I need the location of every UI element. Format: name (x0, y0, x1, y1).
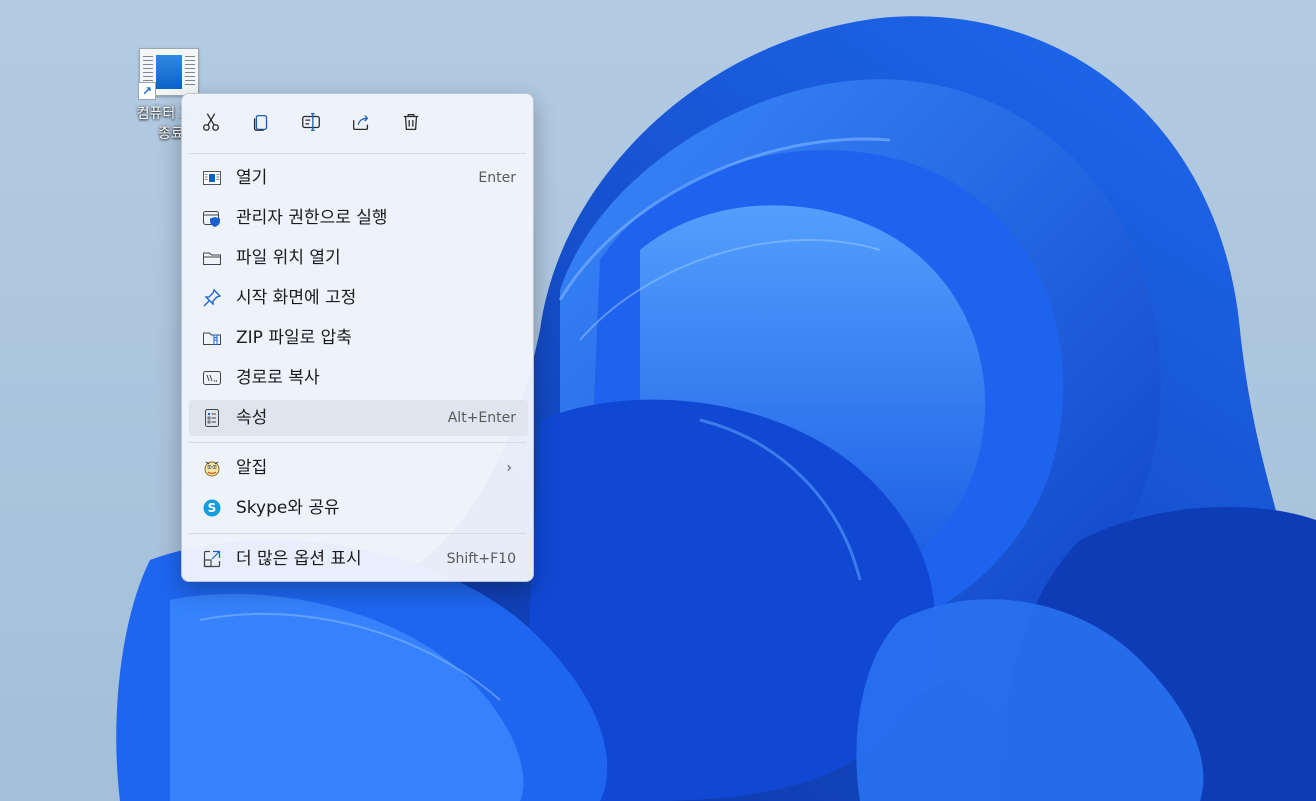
share-icon (350, 111, 372, 137)
menu-item-show-more-options[interactable]: 더 많은 옵션 표시 Shift+F10 (189, 541, 528, 577)
more-options-icon (202, 549, 222, 569)
menu-item-open-file-location[interactable]: 파일 위치 열기 (189, 240, 528, 276)
skype-icon: S (202, 498, 222, 518)
menu-item-compress-zip[interactable]: ZIP 파일로 압축 (189, 320, 528, 356)
pin-icon (202, 288, 222, 308)
cut-button[interactable] (194, 108, 228, 140)
menu-separator (189, 153, 526, 154)
menu-item-alzip[interactable]: 알집 › (189, 450, 528, 486)
context-menu-toolbar (182, 94, 533, 153)
path-icon (202, 368, 222, 388)
menu-separator (189, 533, 526, 534)
share-button[interactable] (344, 108, 378, 140)
menu-item-copy-as-path[interactable]: 경로로 복사 (189, 360, 528, 396)
menu-item-open[interactable]: 열기 Enter (189, 160, 528, 196)
chevron-right-icon: › (506, 460, 512, 476)
shield-icon (202, 208, 222, 228)
properties-icon (202, 408, 222, 428)
rename-button[interactable] (294, 108, 328, 140)
menu-item-pin-to-start[interactable]: 시작 화면에 고정 (189, 280, 528, 316)
trash-icon (400, 111, 422, 137)
alzip-icon (202, 458, 222, 478)
menu-item-run-as-admin[interactable]: 관리자 권한으로 실행 (189, 200, 528, 236)
menu-separator (189, 442, 526, 443)
svg-text:S: S (208, 501, 217, 515)
menu-item-share-skype[interactable]: S Skype와 공유 (189, 490, 528, 526)
zip-folder-icon (202, 328, 222, 348)
context-menu: 열기 Enter 관리자 권한으로 실행 파일 위치 열기 시작 화면에 고정 … (181, 93, 534, 582)
copy-icon (250, 111, 272, 137)
rename-icon (300, 111, 322, 137)
menu-item-properties[interactable]: 속성 Alt+Enter (189, 400, 528, 436)
folder-icon (202, 248, 222, 268)
window-icon (202, 168, 222, 188)
copy-button[interactable] (244, 108, 278, 140)
scissors-icon (200, 111, 222, 137)
shortcut-arrow-icon: ↗ (138, 82, 156, 100)
delete-button[interactable] (394, 108, 428, 140)
